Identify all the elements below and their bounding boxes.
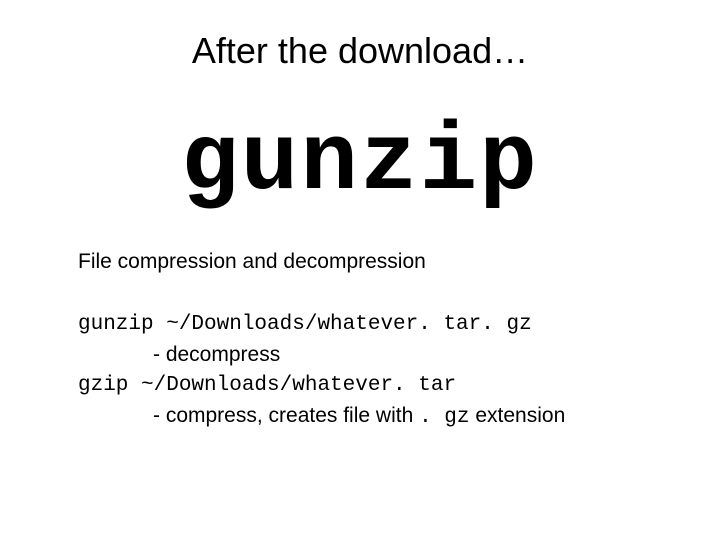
description-compress-text: - compress, creates file with	[153, 404, 413, 427]
slide-title: After the download…	[0, 30, 720, 72]
description-compress: - compress, creates file with . gz exten…	[78, 401, 680, 433]
gz-extension: . gz	[419, 406, 469, 429]
description-compress-suffix: extension	[475, 404, 565, 427]
command-line-gunzip: gunzip ~/Downloads/whatever. tar. gz	[78, 310, 680, 340]
slide-body: gunzip ~/Downloads/whatever. tar. gz - d…	[78, 310, 680, 434]
command-line-gzip: gzip ~/Downloads/whatever. tar	[78, 371, 680, 401]
slide: After the download… gunzip File compress…	[0, 0, 720, 540]
description-decompress: - decompress	[78, 340, 680, 370]
slide-subtitle: File compression and decompression	[78, 250, 426, 274]
hero-command: gunzip	[0, 108, 720, 217]
